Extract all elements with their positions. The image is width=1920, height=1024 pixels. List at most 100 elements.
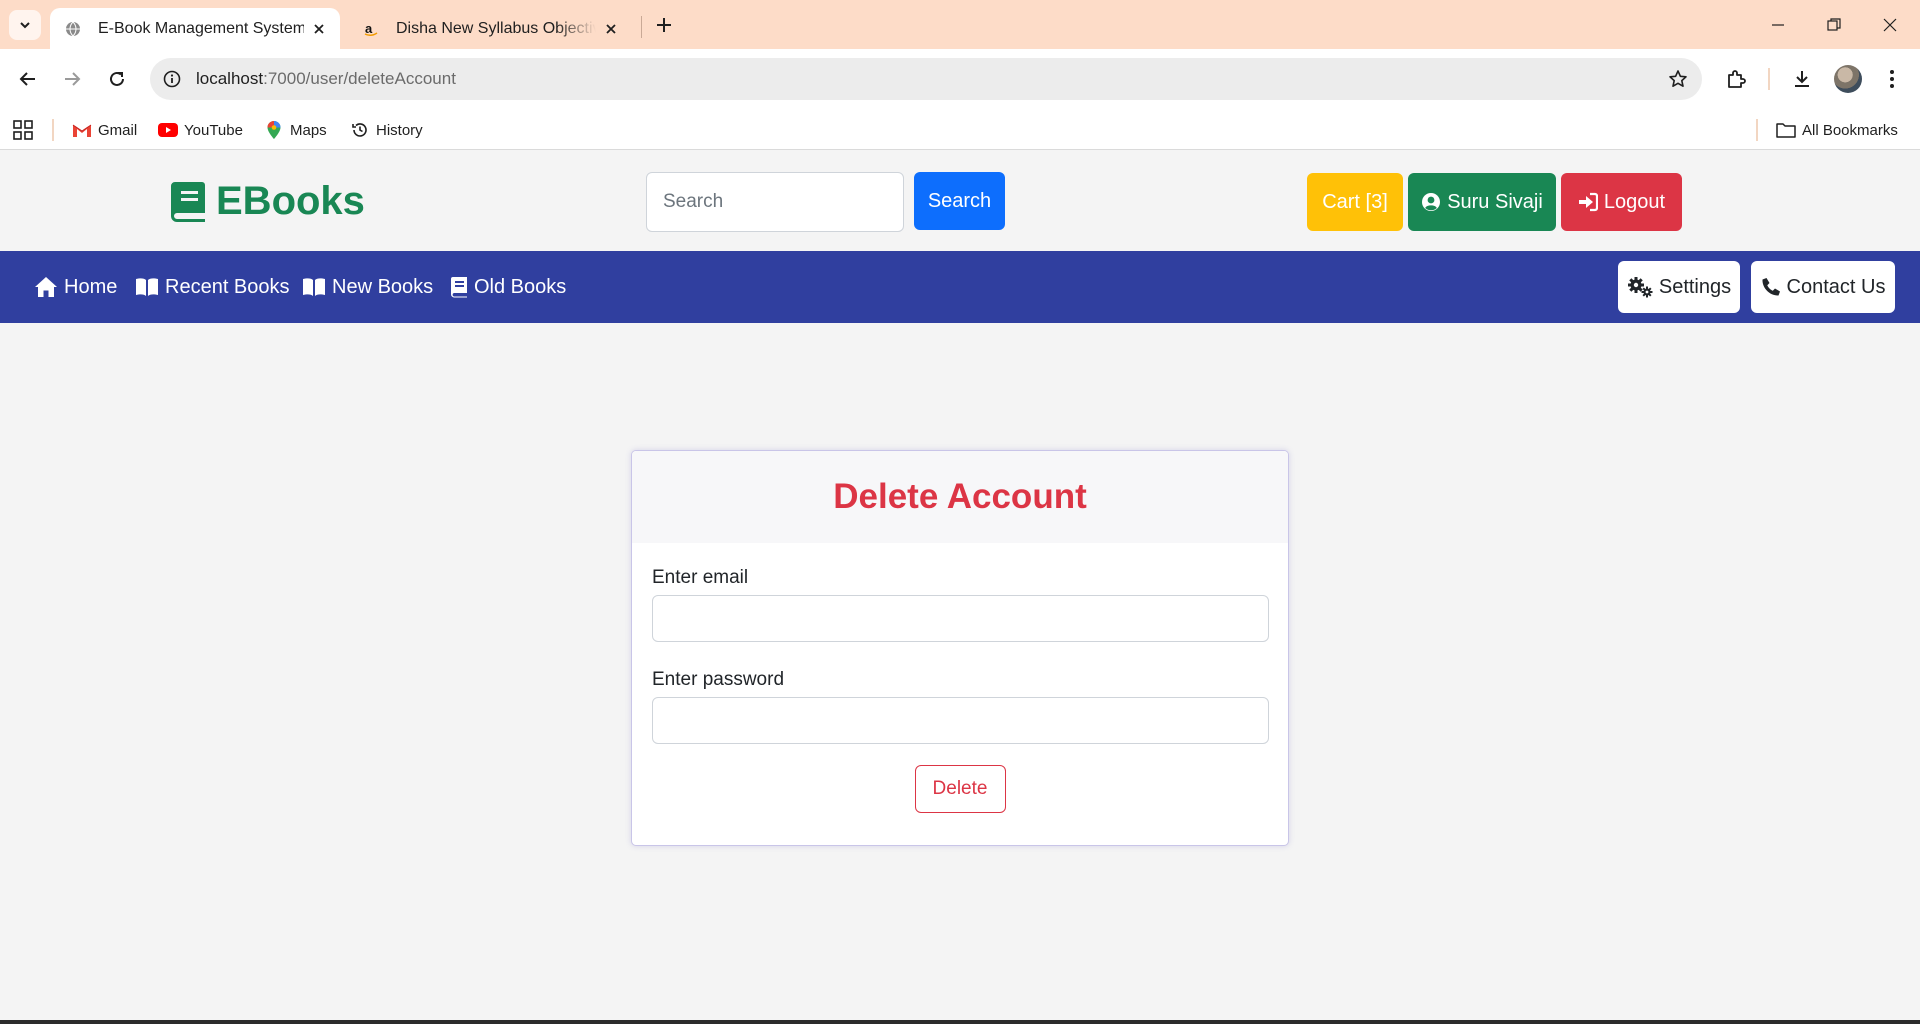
plus-icon — [657, 18, 671, 32]
web-page: EBooks Search Cart [3] Suru Sivaji Logou… — [0, 151, 1920, 1020]
nav-old-books[interactable]: Old Books — [450, 271, 566, 303]
bookmark-label: YouTube — [184, 121, 243, 139]
extensions-icon[interactable] — [1718, 61, 1754, 97]
tab-search-button[interactable] — [9, 10, 41, 40]
minimize-button[interactable] — [1750, 0, 1806, 49]
delete-account-title: Delete Account — [833, 477, 1087, 516]
arrow-right-icon — [65, 72, 81, 86]
bookmarks-separator — [1756, 119, 1758, 141]
arrow-left-icon — [19, 72, 35, 86]
bookmark-label: History — [376, 121, 423, 139]
profile-avatar[interactable] — [1834, 65, 1862, 93]
bookmark-gmail[interactable]: Gmail — [72, 117, 137, 143]
book-icon — [171, 181, 205, 222]
maps-icon — [264, 120, 284, 140]
restore-button[interactable] — [1806, 0, 1862, 49]
address-bar[interactable]: localhost:7000/user/deleteAccount — [150, 58, 1702, 100]
minimize-icon — [1772, 23, 1784, 26]
toolbar-separator — [1768, 68, 1770, 90]
settings-button[interactable]: Settings — [1618, 261, 1740, 313]
tab-title: E-Book Management System — [98, 19, 304, 37]
url-text: localhost:7000/user/deleteAccount — [196, 69, 456, 89]
amazon-icon: a — [362, 20, 380, 38]
tab-close-icon[interactable] — [304, 14, 334, 44]
site-header: EBooks Search Cart [3] Suru Sivaji Logou… — [0, 151, 1920, 251]
password-field[interactable] — [652, 697, 1269, 744]
browser-toolbar: localhost:7000/user/deleteAccount — [0, 49, 1920, 109]
brand-name: EBooks — [216, 179, 365, 223]
logout-label: Logout — [1603, 190, 1666, 213]
folder-icon — [1776, 120, 1796, 140]
url-host: localhost — [196, 69, 264, 88]
nav-home[interactable]: Home — [34, 271, 117, 303]
home-icon — [34, 276, 58, 298]
tab-disha-syllabus[interactable]: a Disha New Syllabus Objective NCERT — [348, 8, 632, 49]
nav-recent-books[interactable]: Recent Books — [135, 271, 290, 303]
downloads-icon[interactable] — [1784, 61, 1820, 97]
book-open-icon — [135, 277, 159, 297]
gmail-icon — [72, 120, 92, 140]
tab-separator — [641, 16, 642, 38]
logout-button[interactable]: Logout — [1561, 173, 1682, 231]
bookmark-star-icon[interactable] — [1662, 63, 1694, 95]
user-profile-button[interactable]: Suru Sivaji — [1408, 173, 1556, 231]
bookmark-youtube[interactable]: YouTube — [158, 117, 243, 143]
email-label: Enter email — [652, 567, 749, 588]
search-button[interactable]: Search — [914, 172, 1005, 230]
all-bookmarks-button[interactable]: All Bookmarks — [1776, 117, 1898, 143]
password-label: Enter password — [652, 669, 785, 690]
close-icon — [1883, 18, 1897, 31]
email-field[interactable] — [652, 595, 1269, 642]
delete-account-card: Delete Account Enter email Enter passwor… — [631, 450, 1289, 846]
sign-in-icon — [1578, 192, 1598, 212]
reload-icon — [110, 71, 124, 86]
phone-icon — [1761, 277, 1781, 297]
settings-label: Settings — [1658, 275, 1732, 298]
back-button[interactable] — [10, 61, 46, 97]
reload-button[interactable] — [99, 61, 135, 97]
tab-close-icon[interactable] — [596, 14, 626, 44]
bookmark-history[interactable]: History — [350, 117, 423, 143]
cart-button[interactable]: Cart [3] — [1307, 173, 1403, 231]
user-circle-icon — [1421, 192, 1441, 212]
history-icon — [350, 120, 370, 140]
delete-account-form: Enter email Enter password Delete — [632, 543, 1288, 813]
bookmark-maps[interactable]: Maps — [264, 117, 327, 143]
nav-new-books[interactable]: New Books — [302, 271, 433, 303]
nav-new-books-label: New Books — [332, 275, 434, 298]
main-navbar: Home Recent Books New Books Old Books Se… — [0, 251, 1920, 323]
user-name: Suru Sivaji — [1447, 190, 1543, 213]
search-input[interactable] — [646, 172, 904, 232]
chevron-down-icon — [20, 22, 30, 29]
card-header: Delete Account — [632, 451, 1288, 543]
apps-grid-icon[interactable] — [12, 119, 34, 141]
brand-logo[interactable]: EBooks — [170, 179, 365, 224]
nav-recent-books-label: Recent Books — [165, 275, 290, 298]
delete-button[interactable]: Delete — [914, 765, 1006, 813]
bookmark-label: Maps — [290, 121, 327, 139]
globe-icon — [64, 20, 82, 38]
browser-tabstrip: E-Book Management System a Disha New Syl… — [0, 0, 1920, 49]
tab-title: Disha New Syllabus Objective NCERT — [396, 19, 596, 37]
new-tab-button[interactable] — [648, 10, 680, 40]
menu-kebab-icon[interactable] — [1874, 61, 1910, 97]
gears-icon — [1627, 276, 1653, 298]
nav-home-label: Home — [64, 275, 118, 298]
nav-old-books-label: Old Books — [474, 275, 567, 298]
bookmarks-separator — [52, 119, 54, 141]
restore-icon — [1827, 17, 1841, 31]
contact-us-label: Contact Us — [1786, 275, 1886, 298]
book-icon — [450, 276, 468, 298]
book-open-icon — [302, 277, 326, 297]
bookmark-label: Gmail — [98, 121, 138, 139]
window-bottom-edge — [0, 1020, 1920, 1024]
youtube-icon — [158, 120, 178, 140]
forward-button[interactable] — [54, 61, 90, 97]
tab-ebook-management[interactable]: E-Book Management System — [50, 8, 340, 49]
contact-us-button[interactable]: Contact Us — [1751, 261, 1895, 313]
bookmarks-bar: Gmail YouTube Maps History All Bookmarks — [0, 109, 1920, 150]
all-bookmarks-label: All Bookmarks — [1802, 121, 1898, 139]
site-info-icon[interactable] — [156, 63, 188, 95]
url-path: :7000/user/deleteAccount — [263, 69, 456, 88]
close-window-button[interactable] — [1862, 0, 1918, 49]
